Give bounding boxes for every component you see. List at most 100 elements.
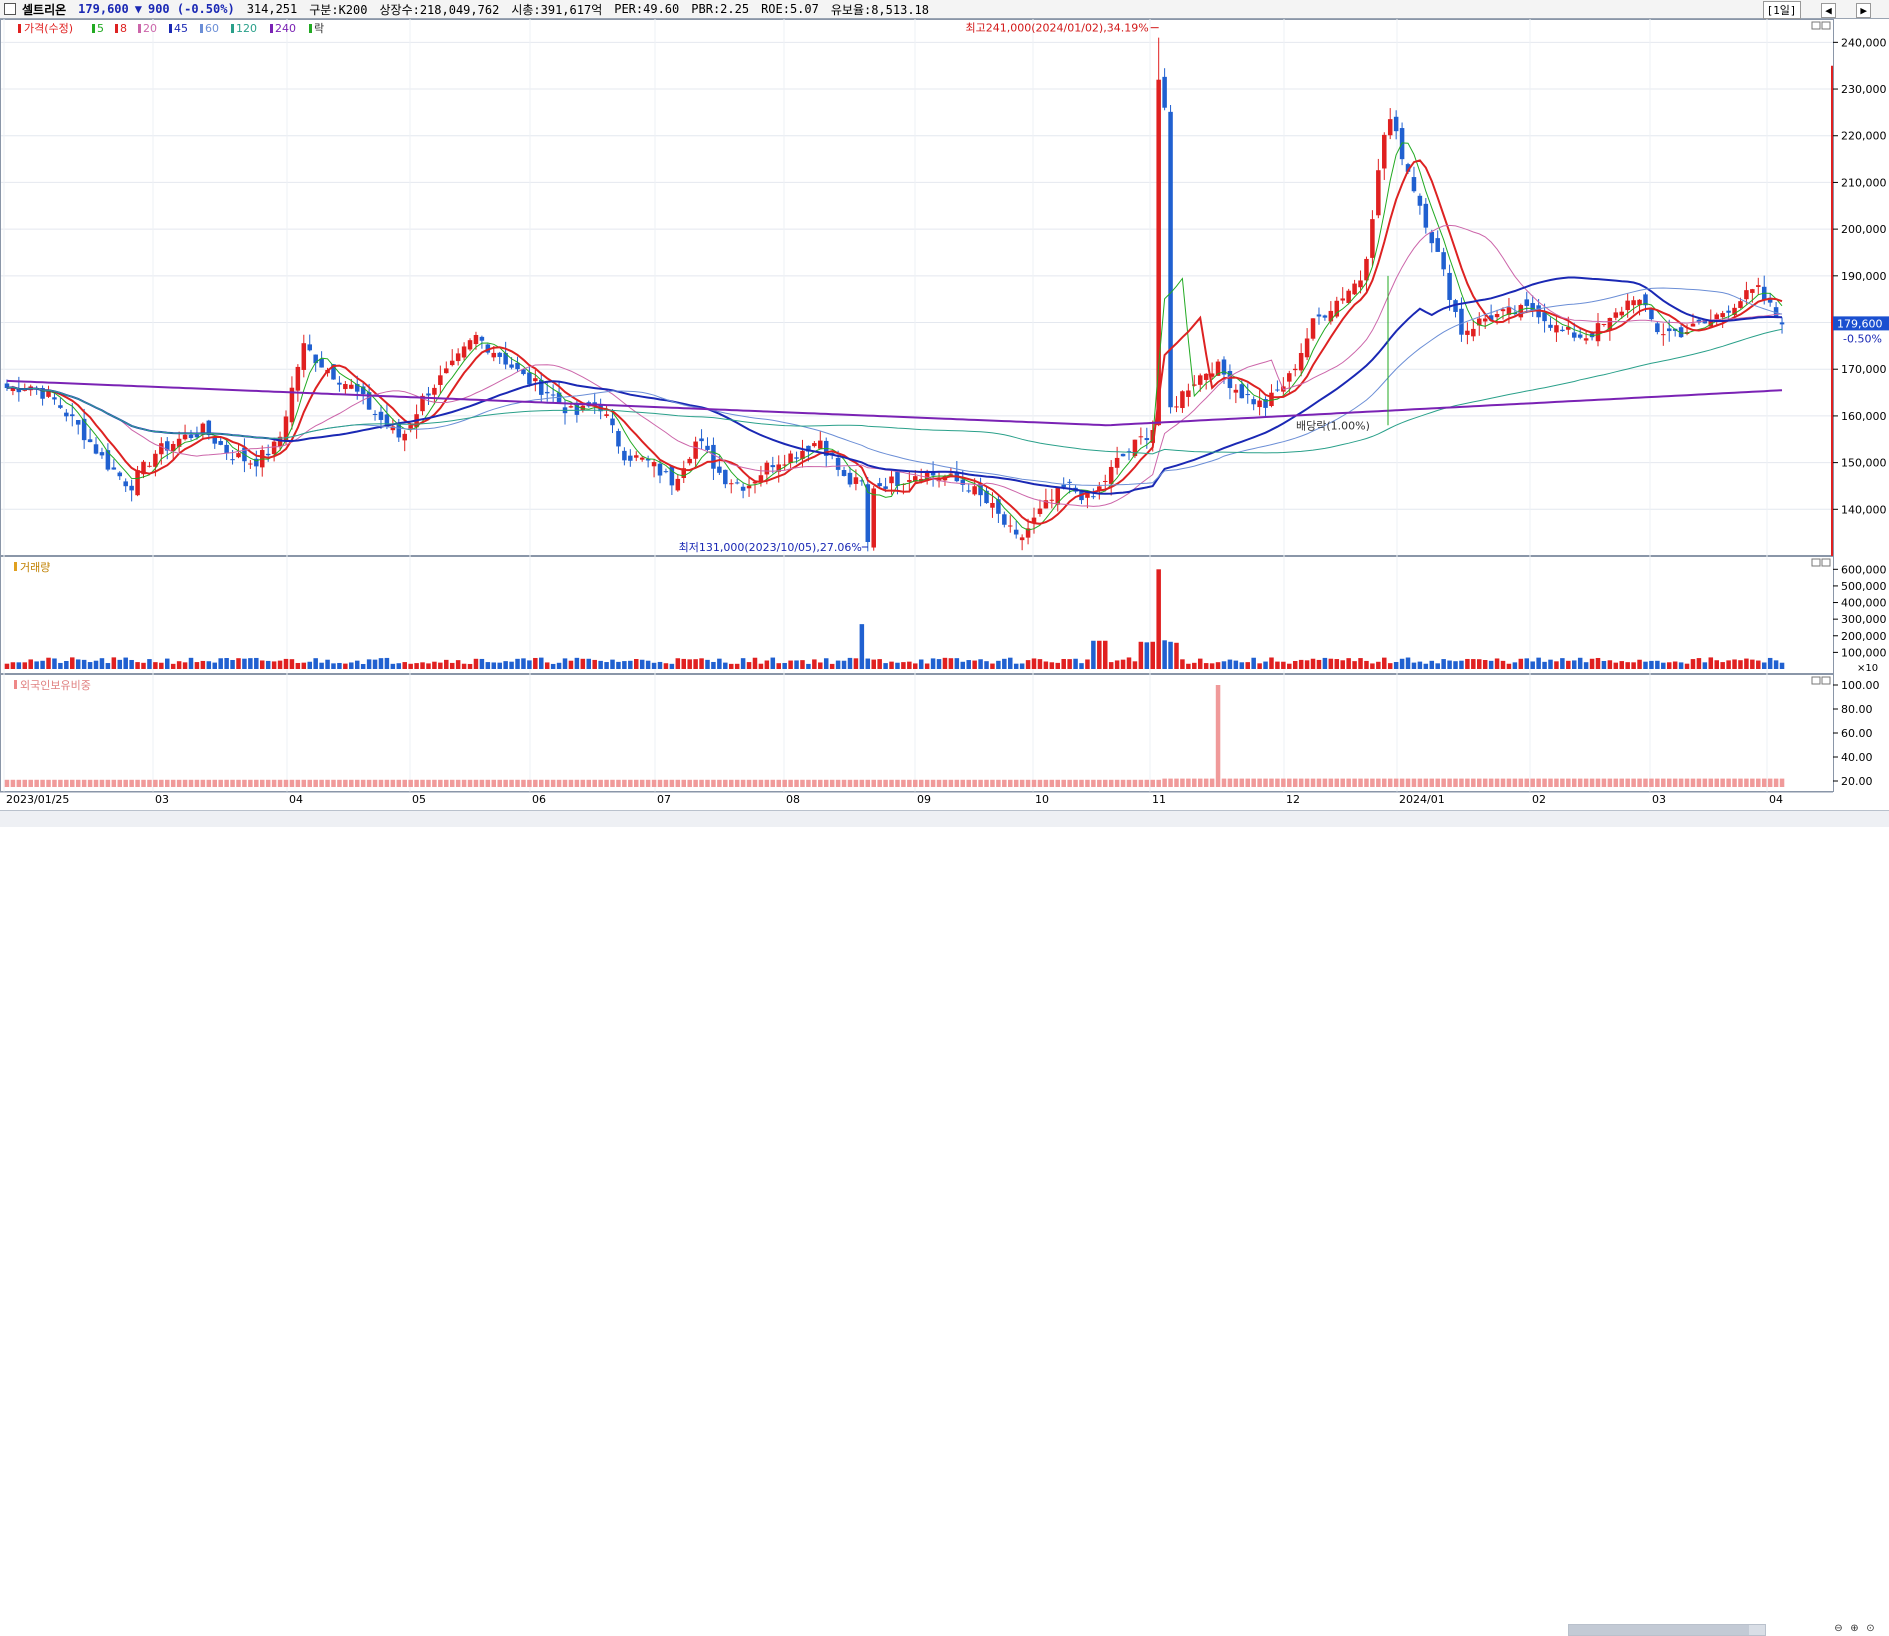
zoom-in-icon[interactable]: ⊕ — [1848, 1623, 1861, 1635]
panel-minimize-icon[interactable] — [1811, 676, 1821, 685]
foreign-bar — [1571, 778, 1577, 787]
candle-body — [491, 352, 497, 358]
volume-bar — [1631, 662, 1636, 669]
foreign-bar — [984, 779, 989, 787]
panel-minimize-icon[interactable] — [1811, 21, 1821, 30]
foreign-bar — [473, 779, 479, 787]
candle-body — [1625, 300, 1630, 311]
foreign-bar — [1405, 778, 1411, 787]
volume-bar — [147, 659, 152, 669]
volume-bar — [1661, 662, 1666, 669]
volume-bar — [354, 660, 360, 669]
foreign-bar — [1732, 778, 1737, 787]
legend-extra[interactable]: 락 — [314, 22, 324, 35]
legend-ma-5[interactable]: 5 — [97, 22, 104, 35]
volume-bar — [1269, 657, 1274, 669]
foreign-bar — [271, 779, 277, 787]
candle-body — [1601, 323, 1607, 325]
volume-bar — [1239, 662, 1245, 669]
scroll-thumb[interactable] — [1569, 1625, 1749, 1635]
legend-ma-120[interactable]: 120 — [236, 22, 257, 35]
panel-maximize-icon[interactable] — [1821, 676, 1831, 685]
volume-bar — [924, 663, 930, 669]
foreign-bar — [990, 779, 995, 787]
foreign-bar — [509, 779, 514, 787]
volume-bar — [562, 658, 568, 669]
volume-bar — [853, 658, 859, 669]
legend-swatch — [14, 680, 17, 689]
volume-bar — [1215, 662, 1221, 669]
candle-body — [1447, 272, 1452, 300]
foreign-bar — [1619, 778, 1624, 787]
foreign-bar — [1144, 779, 1150, 787]
time-scrollbar[interactable] — [1568, 1624, 1766, 1636]
foreign-bar — [853, 779, 859, 787]
legend-ma-60[interactable]: 60 — [205, 22, 219, 35]
volume-bar — [812, 659, 817, 669]
volume-bar — [1643, 661, 1648, 669]
legend-swatch — [200, 24, 203, 33]
volume-bar — [740, 658, 746, 669]
volume-bar — [141, 662, 146, 669]
foreign-panel-title[interactable]: 외국인보유비중 — [20, 679, 91, 692]
foreign-bar — [265, 779, 271, 787]
candle-body — [770, 465, 776, 468]
volume-bar — [1435, 663, 1440, 669]
x-tick-label: 03 — [1652, 793, 1666, 806]
volume-bar — [622, 661, 627, 669]
candle-body — [93, 444, 99, 454]
foreign-bar — [574, 779, 580, 787]
candle-body — [1417, 195, 1423, 206]
foreign-bar — [491, 779, 497, 787]
zoom-out-icon[interactable]: ⊖ — [1832, 1623, 1845, 1635]
candle-body — [147, 465, 152, 467]
x-tick-label: 11 — [1152, 793, 1166, 806]
foreign-bar — [1091, 779, 1096, 787]
foreign-bar — [818, 779, 823, 787]
panel-minimize-icon[interactable] — [1811, 558, 1821, 567]
foreign-bar — [1494, 778, 1500, 787]
volume-bar — [4, 663, 10, 669]
foreign-bar — [75, 779, 81, 787]
legend-ma-8[interactable]: 8 — [120, 22, 127, 35]
foreign-bar — [1702, 778, 1708, 787]
foreign-bar — [485, 779, 491, 787]
volume-bar — [503, 661, 508, 669]
volume-bar — [990, 663, 995, 669]
legend-ma-45[interactable]: 45 — [174, 22, 188, 35]
foreign-bar — [1696, 778, 1702, 787]
chart-canvas[interactable]: 140,000150,000160,000170,000180,000190,0… — [0, 0, 1889, 826]
foreign-bar — [1382, 778, 1387, 787]
foreign-bar — [165, 779, 170, 787]
volume-bar — [1720, 662, 1725, 669]
candle-body — [1008, 525, 1013, 527]
candle-body — [1690, 323, 1696, 327]
foreign-bar — [1684, 778, 1690, 787]
foreign-bar — [105, 779, 111, 787]
foreign-bar — [539, 779, 544, 787]
panel-maximize-icon[interactable] — [1821, 21, 1831, 30]
foreign-bar — [1655, 778, 1660, 787]
volume-bar — [182, 662, 188, 669]
volume-bar — [1411, 662, 1417, 669]
panel-maximize-icon[interactable] — [1821, 558, 1831, 567]
volume-panel-title[interactable]: 거래량 — [20, 561, 50, 574]
candle-body — [99, 452, 105, 456]
volume-bar — [1013, 663, 1019, 669]
volume-bar — [467, 663, 473, 669]
candle-body — [533, 378, 538, 382]
legend-ma-20[interactable]: 20 — [143, 22, 157, 35]
volume-bar — [1554, 661, 1559, 669]
zoom-reset-icon[interactable]: ⊙ — [1864, 1623, 1877, 1635]
price-y-tick-label: 160,000 — [1841, 410, 1887, 423]
candle-body — [663, 471, 669, 473]
volume-bar — [1447, 660, 1452, 669]
volume-bar — [170, 663, 176, 669]
volume-bar — [1008, 657, 1013, 669]
foreign-bar — [841, 779, 847, 787]
candle-body — [966, 490, 971, 492]
legend-price[interactable]: 가격(수정) — [24, 22, 73, 35]
volume-bar — [1506, 663, 1512, 669]
volume-bar — [539, 657, 544, 669]
legend-ma-240[interactable]: 240 — [275, 22, 296, 35]
